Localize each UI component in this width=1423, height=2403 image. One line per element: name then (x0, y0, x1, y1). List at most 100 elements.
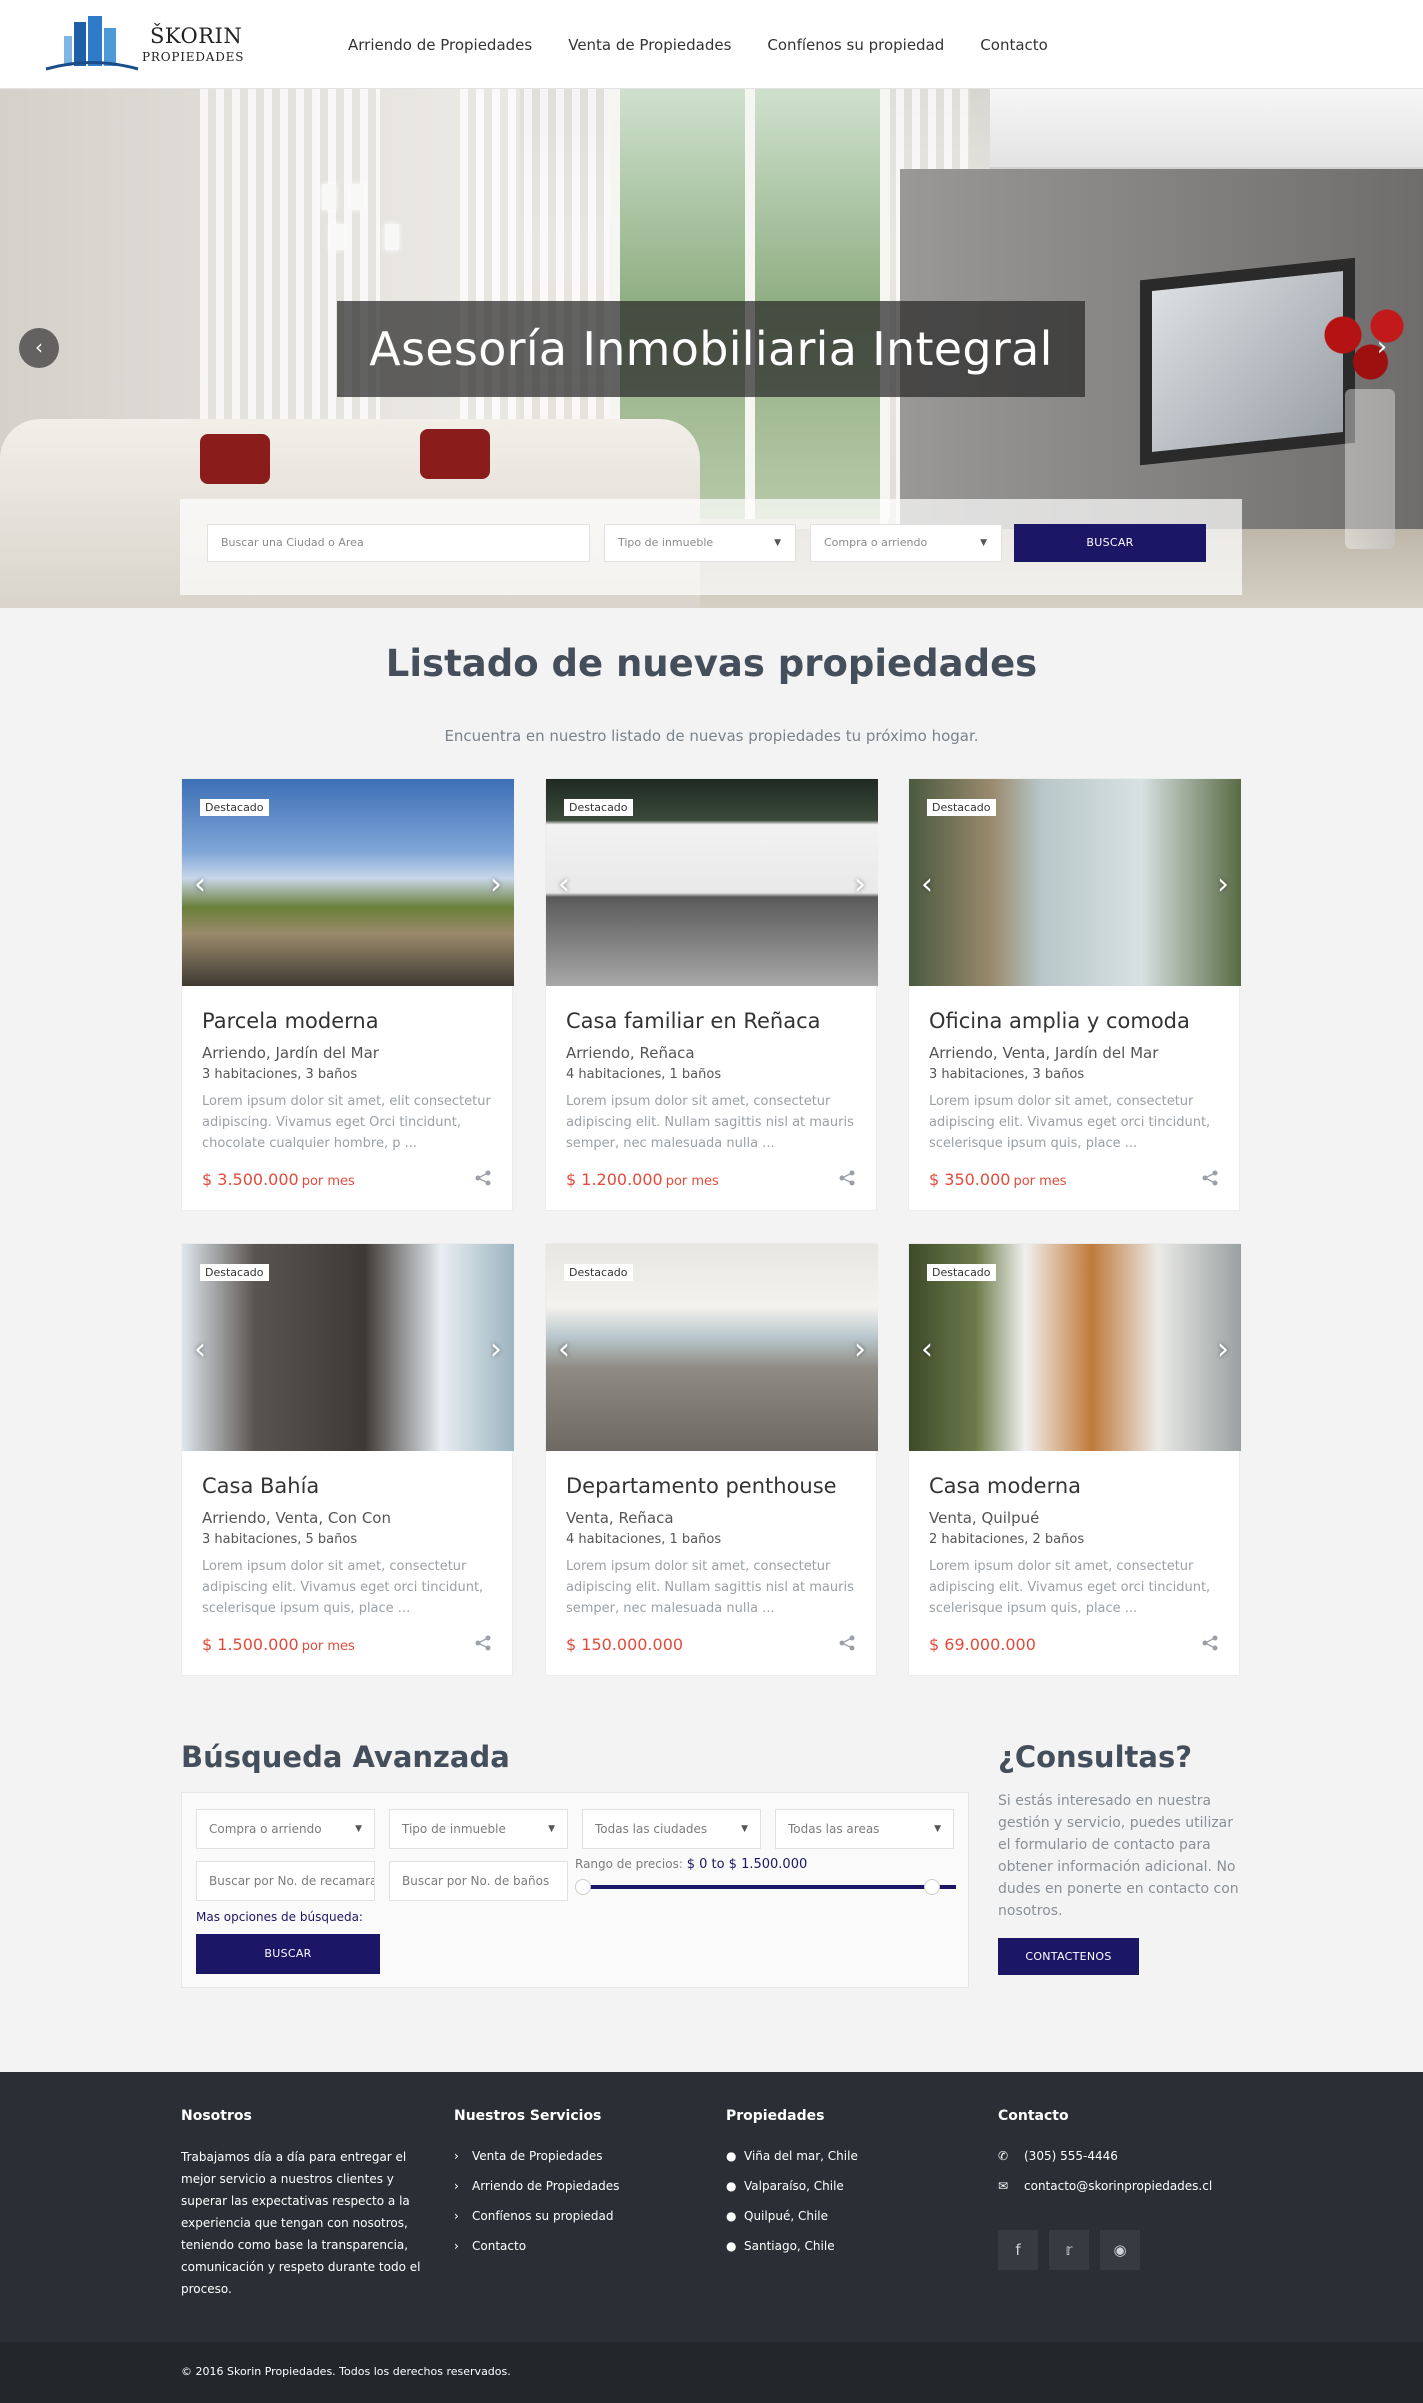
property-title[interactable]: Oficina amplia y comoda (929, 1009, 1190, 1033)
slider-prev-button[interactable]: ‹ (19, 328, 59, 368)
property-price: $ 350.000 por mes (929, 1170, 1067, 1189)
price-period: por mes (665, 1174, 719, 1189)
chevron-left-icon[interactable]: ‹ (558, 1332, 570, 1367)
footer-link-arriendo[interactable]: › Arriendo de Propiedades (454, 2176, 619, 2206)
hero-search-input[interactable]: Buscar una Ciudad o Area (207, 524, 590, 562)
footer-servicios: Nuestros Servicios › Venta de Propiedades… (454, 2108, 619, 2266)
chevron-right-icon[interactable]: › (1217, 867, 1229, 902)
property-photo[interactable]: Destacado ‹ › (182, 779, 514, 986)
share-icon[interactable] (1201, 1634, 1219, 1652)
property-title[interactable]: Casa familiar en Reñaca (566, 1009, 820, 1033)
chevron-left-icon[interactable]: ‹ (194, 1332, 206, 1367)
price-range-max-handle[interactable] (924, 1879, 940, 1895)
facebook-icon[interactable]: f (998, 2230, 1038, 2270)
share-icon[interactable] (838, 1169, 856, 1187)
adv-area-select[interactable]: Todas las areas ▼ (775, 1809, 954, 1849)
footer-phone[interactable]: ✆ (305) 555-4446 (998, 2146, 1212, 2176)
property-title[interactable]: Casa moderna (929, 1474, 1081, 1498)
main-nav: Arriendo de Propiedades Venta de Propied… (330, 0, 1066, 89)
envelope-icon: ✉ (998, 2179, 1009, 2193)
share-icon[interactable] (474, 1169, 492, 1187)
share-icon[interactable] (838, 1634, 856, 1652)
adv-bedrooms-input[interactable]: Buscar por No. de recamaras (196, 1861, 375, 1901)
property-card[interactable]: Destacado ‹ › Casa familiar en Reñaca Arrien… (545, 778, 878, 1211)
nav-contacto[interactable]: Contacto (962, 36, 1066, 54)
hero-search-bar: Buscar una Ciudad o Area Tipo de inmuebl… (180, 499, 1242, 595)
share-icon[interactable] (474, 1634, 492, 1652)
adv-city-select[interactable]: Todas las ciudades ▼ (582, 1809, 761, 1849)
chevron-left-icon[interactable]: ‹ (558, 867, 570, 902)
listing-title: Listado de nuevas propiedades (385, 642, 1038, 685)
footer-email[interactable]: ✉ contacto@skorinpropiedades.cl (998, 2176, 1212, 2206)
footer-propiedades-title: Propiedades (726, 2108, 825, 2124)
chevron-right-icon[interactable]: › (854, 867, 866, 902)
footer-nosotros-text: Trabajamos día a día para entregar el me… (181, 2150, 421, 2296)
footer-servicios-title: Nuestros Servicios (454, 2108, 602, 2124)
chevron-left-icon[interactable]: ‹ (921, 1332, 933, 1367)
adv-search-button[interactable]: BUSCAR (196, 1934, 380, 1974)
property-photo[interactable]: Destacado ‹ › (546, 1244, 878, 1451)
property-card[interactable]: Destacado ‹ › Casa Bahía Arriendo, Venta, Co… (181, 1243, 514, 1676)
chevron-left-icon[interactable]: ‹ (921, 867, 933, 902)
featured-badge: Destacado (927, 799, 996, 816)
hero-type-select[interactable]: Tipo de inmueble ▼ (604, 524, 796, 562)
property-price: $ 3.500.000 por mes (202, 1170, 355, 1189)
price-range-min-handle[interactable] (575, 1879, 591, 1895)
adv-type-select[interactable]: Tipo de inmueble ▼ (389, 1809, 568, 1849)
property-title[interactable]: Parcela moderna (202, 1009, 379, 1033)
property-price: $ 1.200.000 por mes (566, 1170, 719, 1189)
footer-location[interactable]: ● Valparaíso, Chile (726, 2176, 858, 2206)
price-period: por mes (1013, 1174, 1067, 1189)
chevron-left-icon[interactable]: ‹ (194, 867, 206, 902)
hero-mode-select[interactable]: Compra o arriendo ▼ (810, 524, 1002, 562)
more-options-link[interactable]: Mas opciones de búsqueda: (196, 1910, 363, 1924)
chevron-right-icon: › (454, 2179, 459, 2193)
property-card[interactable]: Destacado ‹ › Casa moderna Venta, Quilpué 2 h… (908, 1243, 1241, 1676)
twitter-icon[interactable]: 𝕣 (1049, 2230, 1089, 2270)
property-title[interactable]: Departamento penthouse (566, 1474, 837, 1498)
instagram-icon[interactable]: ◉ (1100, 2230, 1140, 2270)
hero-search-button[interactable]: BUSCAR (1014, 524, 1206, 562)
adv-mode-select[interactable]: Compra o arriendo ▼ (196, 1809, 375, 1849)
contact-button[interactable]: CONTACTENOS (998, 1938, 1139, 1975)
chevron-right-icon[interactable]: › (490, 1332, 502, 1367)
property-card[interactable]: Destacado ‹ › Parcela moderna Arriendo, Jard… (181, 778, 514, 1211)
building-logo-icon (45, 16, 139, 71)
chevron-right-icon[interactable]: › (490, 867, 502, 902)
property-photo[interactable]: Destacado ‹ › (182, 1244, 514, 1451)
property-card[interactable]: Destacado ‹ › Departamento penthouse Venta, … (545, 1243, 878, 1676)
slider-next-button[interactable]: › (1362, 328, 1402, 368)
adv-baths-input[interactable]: Buscar por No. de baños (389, 1861, 568, 1901)
map-pin-icon: ● (726, 2209, 737, 2223)
footer-location[interactable]: ● Santiago, Chile (726, 2236, 858, 2266)
price-range-slider[interactable] (582, 1885, 956, 1889)
property-card[interactable]: Destacado ‹ › Oficina amplia y comoda Arrien… (908, 778, 1241, 1211)
chevron-right-icon[interactable]: › (1217, 1332, 1229, 1367)
footer-location[interactable]: ● Quilpué, Chile (726, 2206, 858, 2236)
share-icon[interactable] (1201, 1169, 1219, 1187)
property-photo[interactable]: Destacado ‹ › (909, 779, 1241, 986)
listing-subtitle: Encuentra en nuestro listado de nuevas p… (444, 727, 979, 745)
brand-subtitle: PROPIEDADES (142, 50, 245, 64)
footer-link-confienos[interactable]: › Confíenos su propiedad (454, 2206, 619, 2236)
footer-link-venta[interactable]: › Venta de Propiedades (454, 2146, 619, 2176)
price-range-label: Rango de precios: $ 0 to $ 1.500.000 (575, 1857, 808, 1872)
footer-nosotros: Nosotros Trabajamos día a día para entre… (181, 2108, 421, 2300)
nav-arriendo[interactable]: Arriendo de Propiedades (330, 36, 550, 54)
hero-slider: Asesoría Inmobiliaria Integral ‹ › Busca… (0, 89, 1423, 608)
site-logo[interactable]: ŠKORIN PROPIEDADES (44, 14, 244, 74)
advanced-search-form: Compra o arriendo ▼ Tipo de inmueble ▼ Tod… (181, 1792, 969, 1988)
property-title[interactable]: Casa Bahía (202, 1474, 319, 1498)
property-photo[interactable]: Destacado ‹ › (546, 779, 878, 986)
chevron-right-icon[interactable]: › (854, 1332, 866, 1367)
site-header: ŠKORIN PROPIEDADES Arriendo de Propiedad… (0, 0, 1423, 89)
nav-venta[interactable]: Venta de Propiedades (550, 36, 749, 54)
property-location: Arriendo, Reñaca (566, 1044, 695, 1062)
property-price: $ 1.500.000 por mes (202, 1635, 355, 1654)
price-period: por mes (301, 1174, 355, 1189)
property-photo[interactable]: Destacado ‹ › (909, 1244, 1241, 1451)
nav-confienos[interactable]: Confíenos su propiedad (749, 36, 962, 54)
footer-location[interactable]: ● Viña del mar, Chile (726, 2146, 858, 2176)
footer-link-contacto[interactable]: › Contacto (454, 2236, 619, 2266)
consultas-text: Si estás interesado en nuestra gestión y… (998, 1793, 1239, 1919)
